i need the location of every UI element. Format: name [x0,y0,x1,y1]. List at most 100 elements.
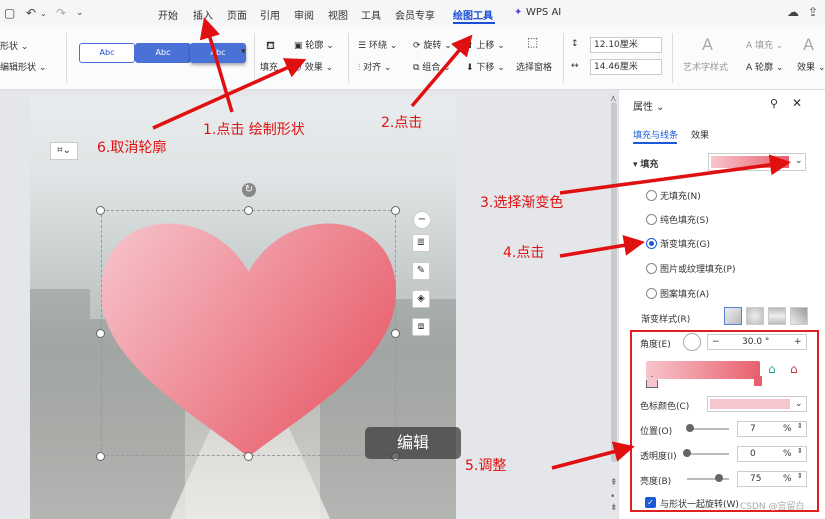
tab-insert[interactable]: 插入 [193,7,213,22]
resize-handle[interactable] [391,206,400,215]
undo-dropdown-icon[interactable]: ⌄ [40,9,47,18]
shape-style-outline[interactable]: Abc [79,43,135,63]
stepper-icon[interactable]: ⇕ [797,469,803,483]
resize-handle[interactable] [391,329,400,338]
position-input[interactable]: 7 % ⇕ [737,421,807,437]
tab-view[interactable]: 视图 [328,7,348,22]
angle-dial[interactable] [683,333,701,351]
remove-stop-icon[interactable]: ⌂ [790,362,798,376]
edit-shape-button[interactable]: 编辑形状 ⌄ [0,60,46,73]
tab-effect[interactable]: 效果 [691,128,709,141]
tab-fill-line[interactable]: 填充与线条 [633,128,678,141]
bring-forward-button[interactable]: ⬆ 上移 ⌄ [466,38,505,51]
fill-button[interactable]: 填充 [260,60,278,73]
gradient-style-rect[interactable] [768,307,786,325]
open-file-icon[interactable]: ▢ [4,6,15,20]
stop-color-select[interactable]: ⌄ [707,396,807,412]
increment-icon[interactable]: + [794,335,802,349]
selection-pane-button[interactable]: 选择窗格 [516,60,552,73]
text-outline-button[interactable]: A 轮廓 ⌄ [746,60,783,73]
decrement-icon[interactable]: − [712,335,720,349]
transparency-slider-knob[interactable] [683,449,691,457]
resize-handle[interactable] [244,206,253,215]
gradient-style-radial[interactable] [746,307,764,325]
wrap-button[interactable]: ☰ 环绕 ⌄ [358,38,397,51]
scroll-thumb[interactable] [611,102,617,462]
undo-icon[interactable]: ↶ [26,6,36,20]
text-fill-button[interactable]: A 填充 ⌄ [746,38,783,51]
art-text-icon[interactable]: A [702,35,713,54]
scroll-up-icon[interactable]: ⋏ [610,94,617,104]
rotate-button[interactable]: ⟳ 旋转 ⌄ [413,38,452,51]
transparency-slider[interactable] [687,453,729,455]
resize-handle[interactable] [244,452,253,461]
fill-bucket-icon[interactable]: ⛾ [266,39,275,54]
rotate-with-shape-checkbox[interactable]: ✓ [645,497,656,508]
resize-handle[interactable] [96,452,105,461]
gradient-style-linear[interactable] [724,307,742,325]
style-gallery-dropdown-icon[interactable]: ▾ [241,47,246,57]
outline-button[interactable]: ▣ 轮廓 ⌄ [294,38,334,51]
tab-review[interactable]: 审阅 [294,7,314,22]
fill-section-header[interactable]: ▾ 填充 [633,157,658,170]
quick-access-dropdown-icon[interactable]: ⌄ [76,8,84,18]
radio-picture-fill[interactable] [646,263,657,274]
close-icon[interactable]: ✕ [792,96,802,110]
gradient-stop-end[interactable] [754,376,762,386]
wps-ai-icon[interactable]: ✦ [514,7,522,18]
wrap-text-icon[interactable]: ≣ [412,234,430,252]
next-page-icon[interactable]: ⇟ [610,503,618,513]
stepper-icon[interactable]: ⇕ [797,444,803,458]
panel-title[interactable]: 属性 ⌄ [633,98,665,113]
pin-icon[interactable]: ⚲ [770,97,778,110]
shape-style-filled[interactable]: Abc [135,43,191,63]
tab-member[interactable]: 会员专享 [395,7,435,22]
add-stop-icon[interactable]: ⌂ [768,362,776,376]
tab-home[interactable]: 开始 [158,7,178,22]
brightness-slider[interactable] [687,478,729,480]
art-text-style-button[interactable]: 艺术字样式 [683,60,728,73]
prev-page-icon[interactable]: ⇞ [610,478,618,488]
radio-solid-fill[interactable] [646,214,657,225]
resize-handle[interactable] [96,329,105,338]
tab-reference[interactable]: 引用 [260,7,280,22]
radio-no-fill[interactable] [646,190,657,201]
shape-style-shadow[interactable]: Abc [190,43,246,63]
crop-icon[interactable]: ⧈ [412,318,430,336]
effect-button[interactable]: ⬡ 效果 ⌄ [294,60,333,73]
layout-options-icon[interactable]: ⌗⌄ [50,142,78,160]
redo-icon[interactable]: ↷ [56,6,66,20]
collapse-icon[interactable]: − [413,211,431,229]
angle-stepper[interactable]: − 30.0 ° + [707,334,807,350]
gradient-select[interactable]: ⌄ [708,153,806,171]
shape-button[interactable]: 形状 ⌄ [0,39,28,52]
align-button[interactable]: ⫶ 对齐 ⌄ [358,60,392,73]
position-slider-knob[interactable] [685,424,694,432]
tab-drawing-tools[interactable]: 绘图工具 [453,7,493,22]
send-backward-button[interactable]: ⬇ 下移 ⌄ [466,60,505,73]
radio-gradient-fill[interactable] [646,238,657,249]
text-effect-icon[interactable]: A [803,35,814,54]
tab-page[interactable]: 页面 [227,7,247,22]
brightness-input[interactable]: 75 % ⇕ [737,471,807,487]
stepper-icon[interactable]: ⇕ [797,419,803,433]
pen-icon[interactable]: ✎ [412,262,430,280]
gradient-style-path[interactable] [790,307,808,325]
selection-pane-icon[interactable]: ⬚ [527,35,538,49]
transparency-input[interactable]: 0 % ⇕ [737,446,807,462]
width-input[interactable]: 14.46厘米 [590,59,662,75]
resize-handle[interactable] [96,206,105,215]
height-input[interactable]: 12.10厘米 [590,37,662,53]
brightness-slider-knob[interactable] [714,474,723,482]
radio-pattern-fill[interactable] [646,288,657,299]
tab-wps-ai[interactable]: WPS AI [526,7,561,18]
gradient-stop-bar[interactable] [646,361,760,379]
tab-tools[interactable]: 工具 [361,7,381,22]
cloud-sync-icon[interactable]: ☁ [787,5,799,19]
vertical-scrollbar[interactable] [610,90,618,519]
rotate-handle-icon[interactable]: ↻ [242,183,256,197]
fill-color-icon[interactable]: ◈ [412,290,430,308]
text-effect-button[interactable]: 效果 ⌄ [797,60,825,73]
share-icon[interactable]: ⇪ [808,5,818,19]
page-dot-icon[interactable]: • [610,492,615,502]
